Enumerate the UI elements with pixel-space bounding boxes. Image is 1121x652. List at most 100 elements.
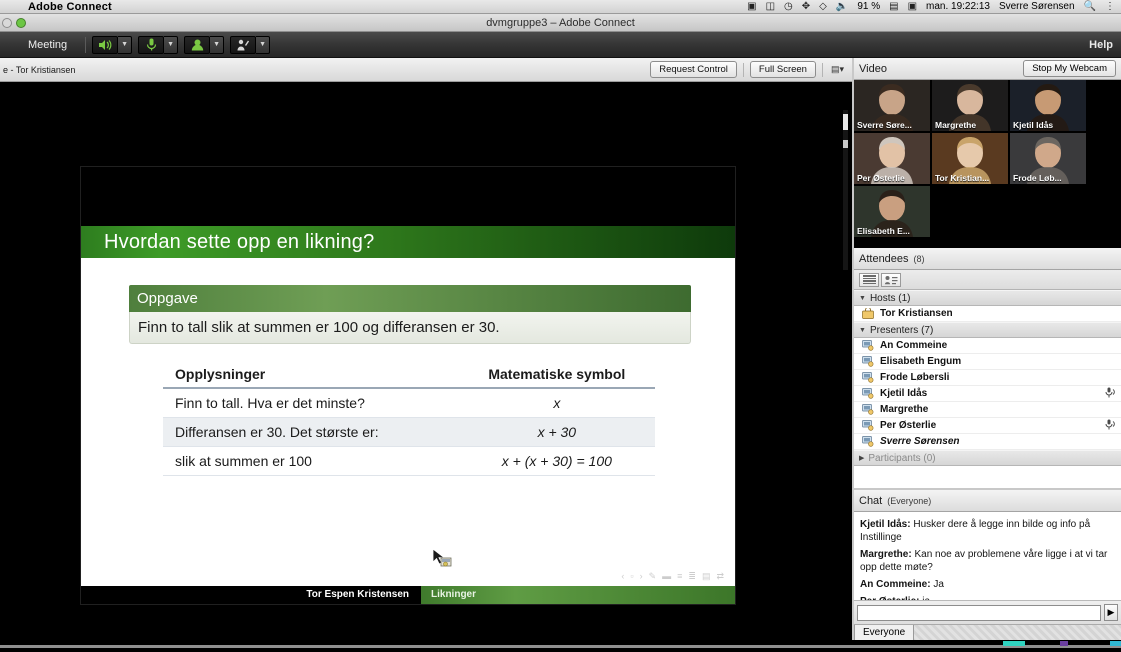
video-tile[interactable]: Margrethe — [932, 80, 1008, 131]
attendee-group-presenters[interactable]: ▼ Presenters (7) — [854, 322, 1121, 338]
header-divider — [821, 62, 823, 77]
battery-icon[interactable]: ▤ — [889, 1, 898, 12]
attendee-group-hosts[interactable]: ▼ Hosts (1) — [854, 290, 1121, 306]
chat-message-author: An Commeine: — [860, 579, 931, 590]
window-title-bar: dvmgruppe3 – Adobe Connect — [0, 14, 1121, 32]
slide-footer: Tor Espen Kristensen Likninger — [81, 586, 735, 604]
share-pod-header: e - Tor Kristiansen Request Control Full… — [0, 58, 852, 82]
chat-tab-everyone[interactable]: Everyone — [854, 625, 915, 641]
attendee-row[interactable]: Elisabeth Engum — [854, 354, 1121, 370]
pod-menu-icon[interactable]: ▤▾ — [829, 64, 846, 75]
send-icon[interactable]: ▶ — [1104, 604, 1118, 621]
speaker-dropdown-icon[interactable]: ▼ — [118, 35, 133, 54]
speaker-control[interactable]: ▼ — [92, 35, 133, 54]
microphone-control[interactable]: ▼ — [138, 35, 179, 54]
help-menu[interactable]: Help — [1089, 39, 1121, 51]
attendees-pod-title: Attendees — [859, 252, 909, 265]
microphone-dropdown-icon[interactable]: ▼ — [164, 35, 179, 54]
chevron-down-icon[interactable]: ▼ — [859, 295, 866, 302]
request-control-button[interactable]: Request Control — [650, 61, 737, 78]
scrollbar-thumb-secondary[interactable] — [843, 140, 848, 148]
close-icon[interactable] — [2, 18, 12, 28]
slide-icon[interactable]: ▫ — [630, 571, 634, 581]
stop-my-webcam-button[interactable]: Stop My Webcam — [1023, 60, 1116, 77]
raise-hand-icon[interactable] — [230, 35, 257, 54]
attendees-count: (8) — [913, 253, 925, 264]
webcam-dropdown-icon[interactable]: ▼ — [210, 35, 225, 54]
mouse-cursor — [432, 548, 454, 570]
video-tile[interactable]: Kjetil Idås — [1010, 80, 1086, 131]
table-cell-symbol: x — [462, 388, 655, 418]
outline-icon[interactable]: ≣ — [688, 571, 697, 582]
clock-icon[interactable]: ◷ — [784, 1, 793, 12]
table-cell-symbol: x + (x + 30) = 100 — [462, 446, 655, 476]
chat-messages: Kjetil Idås: Husker dere å legge inn bil… — [854, 512, 1121, 600]
pen-icon[interactable]: ✎ — [649, 571, 658, 582]
attendee-row[interactable]: Sverre Sørensen — [854, 434, 1121, 450]
binoculars-icon[interactable]: ◫ — [766, 1, 775, 12]
dock-item-teal[interactable] — [1003, 641, 1025, 646]
presenter-icon — [862, 356, 874, 367]
macos-clock[interactable]: man. 19:22:13 — [926, 1, 990, 12]
chat-scope: (Everyone) — [887, 495, 932, 506]
share-scrollbar[interactable] — [843, 110, 848, 270]
display-icon[interactable]: ▣ — [908, 1, 917, 12]
macos-user[interactable]: Sverre Sørensen — [999, 1, 1075, 12]
webcam-icon[interactable] — [184, 35, 211, 54]
window-controls[interactable] — [2, 18, 26, 28]
zoom-window-icon[interactable] — [16, 18, 26, 28]
volume-icon[interactable]: 🔈 — [836, 1, 848, 12]
chat-input[interactable] — [857, 604, 1101, 621]
next-icon[interactable]: › — [640, 571, 644, 581]
zoom-icon[interactable]: ⇄ — [716, 571, 725, 582]
attendee-row[interactable]: Tor Kristiansen — [854, 306, 1121, 322]
video-tile[interactable]: Elisabeth E... — [854, 186, 930, 237]
list-menu-icon[interactable]: ⋮ — [1105, 1, 1115, 12]
raise-hand-control[interactable]: ▼ — [230, 35, 271, 54]
dock-item-purple[interactable] — [1060, 641, 1068, 646]
webcam-control[interactable]: ▼ — [184, 35, 225, 54]
chevron-down-icon[interactable]: ▼ — [859, 327, 866, 334]
list-view-icon[interactable] — [859, 272, 879, 287]
speaker-icon[interactable] — [92, 35, 119, 54]
wifi-icon[interactable]: ◇ — [819, 1, 827, 12]
attendee-row[interactable]: Margrethe — [854, 402, 1121, 418]
meeting-menu[interactable]: Meeting — [0, 39, 79, 51]
dock-item-blue[interactable] — [1110, 641, 1121, 646]
slide-control-toolbar[interactable]: ‹ ▫ › ✎ ▬ ≡ ≣ ▤ ⇄ — [81, 568, 735, 584]
microphone-icon[interactable] — [138, 35, 165, 54]
table-row: slik at summen er 100 x + (x + 30) = 100 — [163, 446, 655, 476]
attendee-name: An Commeine — [880, 340, 948, 351]
video-tile-label: Per Østerlie — [857, 173, 905, 183]
full-screen-button[interactable]: Full Screen — [749, 61, 816, 78]
attendee-row[interactable]: Kjetil Idås — [854, 386, 1121, 402]
layout-icon[interactable]: ▤ — [702, 571, 712, 582]
attendees-list[interactable]: ▼ Hosts (1) Tor Kristiansen ▼ Presenters (7)… — [854, 290, 1121, 466]
video-tile[interactable]: Frode Løb... — [1010, 133, 1086, 184]
attendee-row[interactable]: Per Østerlie — [854, 418, 1121, 434]
table-cell-info: Finn to tall. Hva er det minste? — [163, 388, 463, 418]
microphone-active-icon[interactable] — [1105, 419, 1117, 433]
raise-hand-dropdown-icon[interactable]: ▼ — [256, 35, 271, 54]
scrollbar-thumb[interactable] — [843, 114, 848, 130]
table-header-row: Opplysninger Matematiske symbol — [163, 364, 655, 389]
video-tile[interactable]: Per Østerlie — [854, 133, 930, 184]
attendee-group-participants[interactable]: ▶ Participants (0) — [854, 450, 1121, 466]
list-icon[interactable]: ≡ — [677, 571, 683, 581]
attendee-row[interactable]: Frode Løbersli — [854, 370, 1121, 386]
card-view-icon[interactable] — [881, 272, 901, 287]
microphone-active-icon[interactable] — [1105, 387, 1117, 401]
attendee-row[interactable]: An Commeine — [854, 338, 1121, 354]
marker-icon[interactable]: ▬ — [662, 571, 672, 581]
chevron-right-icon[interactable]: ▶ — [859, 454, 864, 462]
macos-app-name[interactable]: Adobe Connect — [0, 1, 112, 13]
s-badge-icon[interactable]: ▣ — [747, 1, 756, 12]
video-tile-label: Kjetil Idås — [1013, 120, 1054, 130]
bluetooth-icon[interactable]: ✥ — [802, 1, 810, 12]
video-tile[interactable]: Sverre Søre... — [854, 80, 930, 131]
table-row: Differansen er 30. Det største er: x + 3… — [163, 417, 655, 447]
video-tile[interactable]: Tor Kristian... — [932, 133, 1008, 184]
prev-icon[interactable]: ‹ — [621, 571, 625, 581]
search-icon[interactable]: 🔍 — [1084, 1, 1096, 12]
slide-top-band — [81, 167, 735, 226]
